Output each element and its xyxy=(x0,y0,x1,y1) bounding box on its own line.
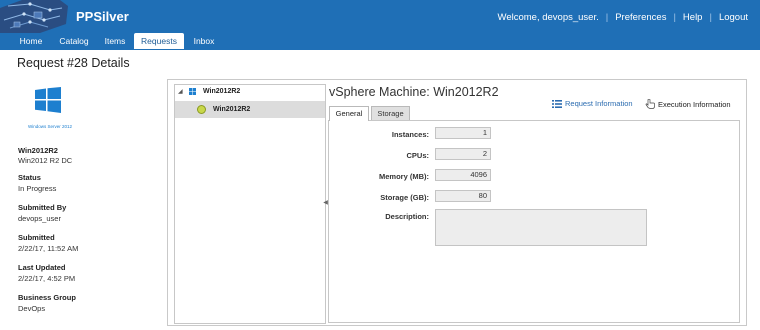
business-group-value: DevOps xyxy=(18,304,46,313)
tab-inbox[interactable]: Inbox xyxy=(188,33,220,49)
pointer-hand-icon xyxy=(645,99,655,109)
request-information-label: Request Information xyxy=(565,99,633,108)
description-label: Description: xyxy=(385,212,429,221)
machine-title: vSphere Machine: Win2012R2 xyxy=(329,85,499,99)
cpus-label: CPUs: xyxy=(406,151,429,160)
nav-separator: | xyxy=(673,12,676,23)
memory-field: 4096 xyxy=(435,169,491,181)
circuit-logo-icon xyxy=(0,0,68,33)
request-information-link[interactable]: Request Information xyxy=(552,99,633,108)
last-updated-value: 2/22/17, 4:52 PM xyxy=(18,274,76,283)
collapse-arrow-icon[interactable]: ◢ xyxy=(178,88,183,95)
status-field: Status In Progress xyxy=(18,173,56,193)
business-group-label: Business Group xyxy=(18,293,76,302)
top-header: PPSilver Welcome, devops_user. | Prefere… xyxy=(0,0,760,33)
business-group-field: Business Group DevOps xyxy=(18,293,76,313)
machine-status-icon xyxy=(197,105,206,114)
welcome-text: Welcome, devops_user. xyxy=(497,12,599,23)
tree-node-root[interactable]: ◢ Win2012R2 xyxy=(175,85,325,99)
logout-link[interactable]: Logout xyxy=(719,12,748,23)
submitted-by-label: Submitted By xyxy=(18,203,67,212)
component-tree: ◢ Win2012R2 Win2012R2 xyxy=(174,84,326,324)
windows-icon xyxy=(189,88,196,95)
execution-information-label: Execution Information xyxy=(658,99,731,109)
description-field xyxy=(435,209,647,246)
tab-storage[interactable]: Storage xyxy=(371,106,410,120)
storage-field: 80 xyxy=(435,190,491,202)
execution-information-link[interactable]: Execution Information xyxy=(645,99,731,109)
last-updated-field: Last Updated 2/22/17, 4:52 PM xyxy=(18,263,75,283)
windows-logo-icon xyxy=(35,87,61,113)
nav-separator: | xyxy=(709,12,712,23)
submitted-by-field: Submitted By devops_user xyxy=(18,203,66,223)
status-label: Status xyxy=(18,173,41,182)
tree-root-label: Win2012R2 xyxy=(203,88,241,95)
last-updated-label: Last Updated xyxy=(18,263,66,272)
help-link[interactable]: Help xyxy=(683,12,703,23)
item-description: Win2012 R2 DC xyxy=(18,156,73,165)
tree-child-label: Win2012R2 xyxy=(213,106,251,113)
windows-logo-caption: Windows Server 2012 xyxy=(28,124,73,129)
preferences-link[interactable]: Preferences xyxy=(615,12,666,23)
item-name: Win2012R2 xyxy=(18,146,58,155)
instances-field: 1 xyxy=(435,127,491,139)
list-icon xyxy=(552,99,562,108)
cpus-field: 2 xyxy=(435,148,491,160)
tree-node-child[interactable]: Win2012R2 xyxy=(175,101,325,118)
nav-separator: | xyxy=(605,12,609,23)
submitted-field: Submitted 2/22/17, 11:52 AM xyxy=(18,233,78,253)
tab-home[interactable]: Home xyxy=(12,33,50,49)
main-tab-bar: Home Catalog Items Requests Inbox xyxy=(0,33,760,49)
submitted-label: Submitted xyxy=(18,233,55,242)
tab-general[interactable]: General xyxy=(329,106,369,121)
storage-label: Storage (GB): xyxy=(380,193,429,202)
item-summary: Win2012R2 Win2012 R2 DC xyxy=(18,146,72,165)
tab-catalog[interactable]: Catalog xyxy=(54,33,94,49)
top-nav: Welcome, devops_user. | Preferences | He… xyxy=(498,12,748,23)
app-name: PPSilver xyxy=(76,9,129,24)
memory-label: Memory (MB): xyxy=(379,172,429,181)
tab-underline xyxy=(0,49,760,50)
tab-items[interactable]: Items xyxy=(97,33,133,49)
instances-label: Instances: xyxy=(391,130,429,139)
page-title: Request #28 Details xyxy=(17,56,130,70)
tab-requests[interactable]: Requests xyxy=(134,33,184,49)
submitted-value: 2/22/17, 11:52 AM xyxy=(18,244,79,253)
submitted-by-value: devops_user xyxy=(18,214,61,223)
status-value: In Progress xyxy=(18,184,57,193)
